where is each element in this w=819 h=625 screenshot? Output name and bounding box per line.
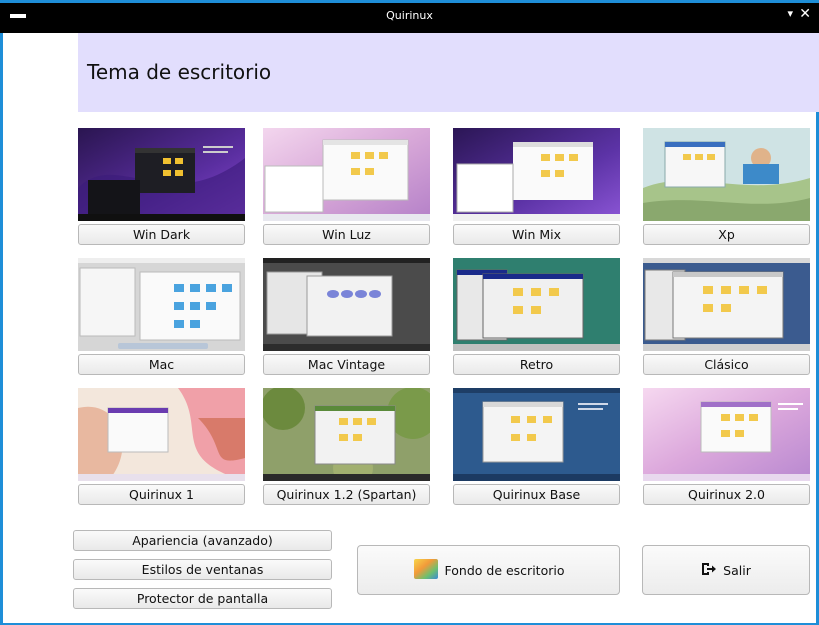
wallpaper-icon: [413, 558, 439, 583]
window-title: Quirinux: [386, 9, 433, 22]
theme-preview-quirinux-20[interactable]: [643, 388, 810, 481]
appearance-button[interactable]: Apariencia (avanzado): [73, 530, 332, 551]
theme-button-mac-vintage[interactable]: Mac Vintage: [263, 354, 430, 375]
theme-preview-mac[interactable]: [78, 258, 245, 351]
theme-preview-win-luz[interactable]: [263, 128, 430, 221]
window-styles-button[interactable]: Estilos de ventanas: [73, 559, 332, 580]
exit-button-label: Salir: [723, 562, 751, 578]
theme-button-clasico[interactable]: Clásico: [643, 354, 810, 375]
exit-button[interactable]: Salir: [642, 545, 810, 595]
page-title: Tema de escritorio: [87, 60, 272, 84]
theme-preview-xp[interactable]: [643, 128, 810, 221]
theme-button-win-mix[interactable]: Win Mix: [453, 224, 620, 245]
theme-button-quirinux-12[interactable]: Quirinux 1.2 (Spartan): [263, 484, 430, 505]
theme-preview-win-dark[interactable]: [78, 128, 245, 221]
theme-button-xp[interactable]: Xp: [643, 224, 810, 245]
theme-button-win-dark[interactable]: Win Dark: [78, 224, 245, 245]
theme-button-quirinux-base[interactable]: Quirinux Base: [453, 484, 620, 505]
theme-button-quirinux-1[interactable]: Quirinux 1: [78, 484, 245, 505]
page-header: Tema de escritorio: [78, 33, 819, 112]
theme-preview-quirinux-1[interactable]: [78, 388, 245, 481]
theme-button-win-luz[interactable]: Win Luz: [263, 224, 430, 245]
title-bar: Quirinux ▾ ✕: [0, 0, 819, 33]
chevron-down-icon[interactable]: ▾: [787, 7, 793, 20]
theme-preview-quirinux-12[interactable]: [263, 388, 430, 481]
theme-button-retro[interactable]: Retro: [453, 354, 620, 375]
theme-button-quirinux-20[interactable]: Quirinux 2.0: [643, 484, 810, 505]
close-icon[interactable]: ✕: [799, 6, 811, 22]
app-window: Quirinux ▾ ✕ Tema de escritorio Win Dark: [0, 0, 819, 625]
wallpaper-button[interactable]: Fondo de escritorio: [357, 545, 620, 595]
screensaver-button[interactable]: Protector de pantalla: [73, 588, 332, 609]
exit-icon: [701, 562, 717, 579]
theme-preview-clasico[interactable]: [643, 258, 810, 351]
theme-preview-retro[interactable]: [453, 258, 620, 351]
theme-preview-win-mix[interactable]: [453, 128, 620, 221]
theme-button-mac[interactable]: Mac: [78, 354, 245, 375]
theme-preview-mac-vintage[interactable]: [263, 258, 430, 351]
theme-preview-quirinux-base[interactable]: [453, 388, 620, 481]
wallpaper-button-label: Fondo de escritorio: [444, 562, 565, 578]
